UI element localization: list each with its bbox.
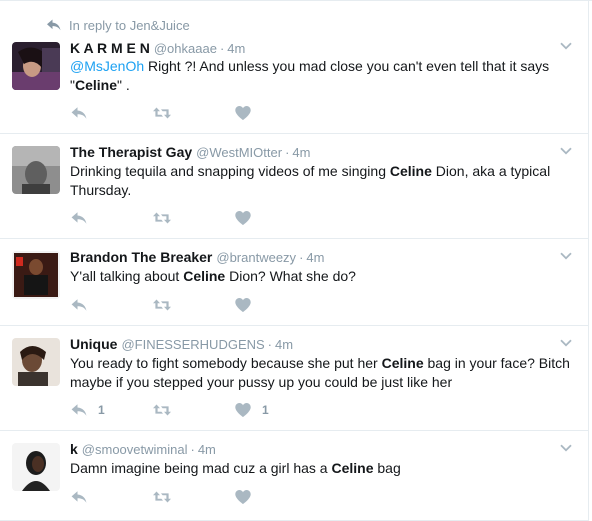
display-name[interactable]: The Therapist Gay xyxy=(70,144,192,160)
right-border xyxy=(588,0,589,521)
heart-icon xyxy=(234,402,252,418)
tweet-text-part: bag xyxy=(373,460,401,476)
retweet-button[interactable] xyxy=(152,401,234,419)
chevron-down-icon[interactable] xyxy=(560,339,572,347)
username[interactable]: @brantweezy xyxy=(216,250,296,265)
username[interactable]: @ohkaaae xyxy=(154,41,217,56)
avatar[interactable] xyxy=(12,146,60,194)
tweet-actions: 1 1 xyxy=(70,401,316,419)
tweet-text: Damn imagine being mad cuz a girl has a … xyxy=(70,459,580,478)
retweet-icon xyxy=(152,297,172,313)
display-name[interactable]: Brandon The Breaker xyxy=(70,249,212,265)
like-button[interactable] xyxy=(234,296,316,314)
tweet[interactable]: k @smoovetwiminal · 4m Damn imagine bein… xyxy=(0,431,588,521)
highlighted-keyword: Celine xyxy=(381,355,424,371)
tweet-actions xyxy=(70,104,316,122)
tweet-text: Drinking tequila and snapping videos of … xyxy=(70,162,580,200)
timestamp[interactable]: 4m xyxy=(198,442,216,457)
tweet[interactable]: Unique @FINESSERHUDGENS · 4m You ready t… xyxy=(0,326,588,431)
reply-button[interactable] xyxy=(70,296,152,314)
like-button[interactable]: 1 xyxy=(234,401,316,419)
username[interactable]: @smoovetwiminal xyxy=(82,442,188,457)
like-button[interactable] xyxy=(234,209,316,227)
reply-button[interactable]: 1 xyxy=(70,401,152,419)
tweet-text-part: Y'all talking about xyxy=(70,268,184,284)
reply-button[interactable] xyxy=(70,209,152,227)
timeline: In reply to Jen&Juice K A R M E N @ohkaa… xyxy=(0,0,592,521)
chevron-down-icon[interactable] xyxy=(560,42,572,50)
tweet[interactable]: Brandon The Breaker @brantweezy · 4m Y'a… xyxy=(0,239,588,326)
reply-icon xyxy=(70,297,88,313)
reply-count: 1 xyxy=(98,403,105,417)
retweet-button[interactable] xyxy=(152,209,234,227)
heart-icon xyxy=(234,210,252,226)
separator-dot: · xyxy=(285,145,290,160)
retweet-icon xyxy=(152,489,172,505)
avatar[interactable] xyxy=(12,338,60,386)
chevron-down-icon[interactable] xyxy=(560,252,572,260)
tweet-text-part: You ready to fight somebody because she … xyxy=(70,355,382,371)
reply-button[interactable] xyxy=(70,488,152,506)
heart-icon xyxy=(234,297,252,313)
timestamp[interactable]: 4m xyxy=(275,337,293,352)
reply-context-icon xyxy=(47,19,61,31)
like-button[interactable] xyxy=(234,104,316,122)
retweet-button[interactable] xyxy=(152,488,234,506)
retweet-icon xyxy=(152,402,172,418)
avatar[interactable] xyxy=(12,42,60,90)
reply-context-label: In reply to Jen&Juice xyxy=(69,17,190,33)
highlighted-keyword: Celine xyxy=(183,268,226,284)
chevron-down-icon[interactable] xyxy=(560,147,572,155)
highlighted-keyword: Celine xyxy=(74,77,117,93)
username[interactable]: @WestMIOtter xyxy=(196,145,282,160)
tweet-actions xyxy=(70,488,316,506)
tweet-text: @MsJenOh Right ?! And unless you mad clo… xyxy=(70,57,580,95)
tweet-text-part: Dion? What she do? xyxy=(225,268,356,284)
display-name[interactable]: K A R M E N xyxy=(70,40,150,56)
tweet[interactable]: K A R M E N @ohkaaae · 4m @MsJenOh Right… xyxy=(0,40,588,134)
retweet-icon xyxy=(152,105,172,121)
retweet-icon xyxy=(152,210,172,226)
chevron-down-icon[interactable] xyxy=(560,444,572,452)
reply-icon xyxy=(70,210,88,226)
tweet-actions xyxy=(70,296,316,314)
avatar[interactable] xyxy=(12,251,60,299)
reply-button[interactable] xyxy=(70,104,152,122)
separator-dot: · xyxy=(267,337,273,352)
timestamp[interactable]: 4m xyxy=(306,250,324,265)
retweet-button[interactable] xyxy=(152,296,234,314)
separator-dot: · xyxy=(299,250,304,265)
heart-icon xyxy=(234,489,252,505)
reply-context[interactable]: In reply to Jen&Juice xyxy=(46,17,190,33)
display-name[interactable]: Unique xyxy=(70,336,117,352)
highlighted-keyword: Celine xyxy=(331,460,374,476)
mention-link[interactable]: @MsJenOh xyxy=(70,58,144,74)
highlighted-keyword: Celine xyxy=(389,163,432,179)
like-button[interactable] xyxy=(234,488,316,506)
avatar[interactable] xyxy=(12,443,60,491)
tweet-text-part: Drinking tequila and snapping videos of … xyxy=(70,163,390,179)
top-divider xyxy=(0,0,592,1)
tweet-text-part: Damn imagine being mad cuz a girl has a xyxy=(70,460,332,476)
tweet-actions xyxy=(70,209,316,227)
separator-dot: · xyxy=(219,41,225,56)
like-count: 1 xyxy=(262,403,269,417)
timestamp[interactable]: 4m xyxy=(292,145,310,160)
tweet[interactable]: The Therapist Gay @WestMIOtter · 4m Drin… xyxy=(0,134,588,239)
retweet-button[interactable] xyxy=(152,104,234,122)
separator-dot: · xyxy=(190,442,195,457)
timestamp[interactable]: 4m xyxy=(227,41,245,56)
username[interactable]: @FINESSERHUDGENS xyxy=(121,337,264,352)
reply-icon xyxy=(70,105,88,121)
tweet-text: You ready to fight somebody because she … xyxy=(70,354,580,392)
display-name[interactable]: k xyxy=(70,441,78,457)
reply-icon xyxy=(70,402,88,418)
heart-icon xyxy=(234,105,252,121)
tweet-text-part: " . xyxy=(117,77,130,93)
tweet-text: Y'all talking about Celine Dion? What sh… xyxy=(70,267,580,286)
reply-icon xyxy=(70,489,88,505)
